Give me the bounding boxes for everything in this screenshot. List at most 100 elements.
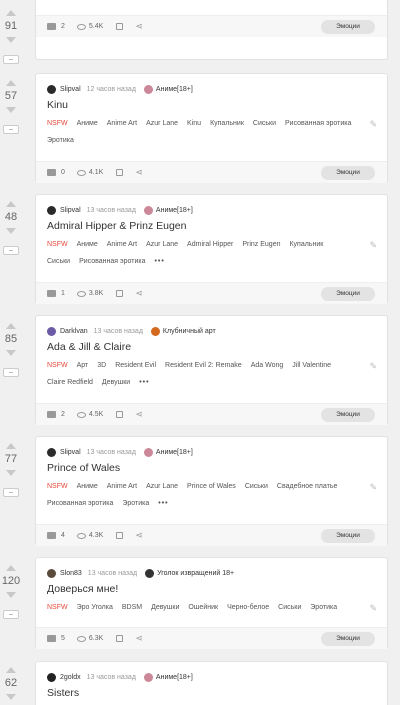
share-icon[interactable]: ⋖ — [135, 409, 143, 420]
tag[interactable]: Azur Lane — [146, 236, 178, 253]
share-icon[interactable]: ⋖ — [135, 21, 143, 32]
tag[interactable]: Admiral Hipper — [187, 236, 233, 253]
comments-icon[interactable] — [47, 532, 56, 539]
community-icon[interactable] — [143, 84, 153, 94]
comments-count[interactable]: 2 — [61, 411, 65, 418]
tag[interactable]: Девушки — [151, 599, 179, 616]
tag[interactable]: Аниме — [77, 236, 98, 253]
community-name[interactable]: Аниме[18+] — [156, 86, 193, 93]
comments-icon[interactable] — [47, 290, 56, 297]
tag[interactable]: Azur Lane — [146, 478, 178, 495]
nsfw-tag[interactable]: NSFW — [47, 0, 68, 5]
tag[interactable]: Рисованная эротика — [47, 495, 113, 512]
save-post-icon[interactable] — [3, 488, 19, 497]
community-name[interactable]: Аниме[18+] — [156, 449, 193, 456]
upvote-icon[interactable] — [6, 443, 16, 449]
tag[interactable]: Свадебное платье — [277, 478, 337, 495]
tag[interactable]: Prinz Eugen — [242, 236, 280, 253]
author-name[interactable]: Slipval — [60, 449, 81, 456]
tag[interactable]: Девушки — [113, 0, 141, 5]
community-icon[interactable] — [145, 568, 155, 578]
tag[interactable]: Сиськи — [253, 115, 276, 132]
tag[interactable]: Купальник — [289, 236, 323, 253]
emotions-button[interactable]: Эмоции — [321, 528, 375, 543]
upvote-icon[interactable] — [6, 565, 16, 571]
downvote-icon[interactable] — [6, 694, 16, 700]
tag[interactable]: Prince of Wales — [187, 478, 236, 495]
comments-count[interactable]: 0 — [61, 169, 65, 176]
post-title[interactable]: Prince of Wales — [47, 462, 120, 474]
avatar[interactable] — [47, 672, 56, 682]
share-icon[interactable]: ⋖ — [135, 633, 143, 644]
author-name[interactable]: 2goldx — [60, 674, 81, 681]
post-title[interactable]: Sisters — [47, 687, 79, 699]
community-icon[interactable] — [143, 205, 153, 215]
tag[interactable]: Azur Lane — [146, 115, 178, 132]
tag[interactable]: Черно-белое — [227, 599, 269, 616]
comments-count[interactable]: 4 — [61, 532, 65, 539]
downvote-icon[interactable] — [6, 470, 16, 476]
downvote-icon[interactable] — [6, 228, 16, 234]
tag[interactable]: Сиськи — [47, 253, 70, 270]
tag[interactable]: Anime Art — [107, 236, 137, 253]
downvote-icon[interactable] — [6, 37, 16, 43]
edit-tags-icon[interactable]: ✎ — [369, 0, 377, 3]
save-icon[interactable] — [116, 290, 124, 297]
save-post-icon[interactable] — [3, 246, 19, 255]
more-tags-button[interactable]: ••• — [139, 374, 149, 391]
save-icon[interactable] — [116, 169, 124, 176]
tag[interactable]: Сиськи — [150, 0, 173, 5]
tag[interactable]: Kinu — [187, 115, 201, 132]
share-icon[interactable]: ⋖ — [135, 530, 143, 541]
tag[interactable]: Ошейник — [188, 599, 218, 616]
upvote-icon[interactable] — [6, 667, 16, 673]
tag[interactable]: Сиськи — [278, 599, 301, 616]
community-name[interactable]: Клубничный арт — [163, 328, 216, 335]
more-tags-button[interactable]: ••• — [154, 253, 164, 270]
share-icon[interactable]: ⋖ — [135, 288, 143, 299]
community-name[interactable]: Аниме[18+] — [156, 207, 193, 214]
author-name[interactable]: Slipval — [60, 207, 81, 214]
tag[interactable]: Рисованная эротика — [285, 115, 351, 132]
tag[interactable]: Anime Art — [107, 478, 137, 495]
tag[interactable]: Аниме — [77, 115, 98, 132]
tag[interactable]: Resident Evil — [115, 357, 156, 374]
tag[interactable]: Эротика — [310, 599, 337, 616]
tag[interactable]: Anime Art — [107, 115, 137, 132]
save-icon[interactable] — [116, 23, 124, 30]
nsfw-tag[interactable]: NSFW — [47, 357, 68, 374]
author-name[interactable]: Slipval — [60, 86, 81, 93]
post-title[interactable]: Kinu — [47, 99, 68, 111]
tag[interactable]: Арт — [77, 357, 89, 374]
comments-icon[interactable] — [47, 411, 56, 418]
comments-icon[interactable] — [47, 635, 56, 642]
edit-tags-icon[interactable]: ✎ — [369, 603, 377, 614]
comments-count[interactable]: 2 — [61, 23, 65, 30]
edit-tags-icon[interactable]: ✎ — [369, 119, 377, 130]
edit-tags-icon[interactable]: ✎ — [369, 361, 377, 372]
upvote-icon[interactable] — [6, 10, 16, 16]
save-post-icon[interactable] — [3, 55, 19, 64]
tag[interactable]: Эротика — [47, 132, 74, 149]
comments-count[interactable]: 5 — [61, 635, 65, 642]
tag[interactable]: Аниме — [77, 478, 98, 495]
tag[interactable]: Девушки — [102, 374, 130, 391]
save-post-icon[interactable] — [3, 610, 19, 619]
tag[interactable]: Jill Valentine — [292, 357, 331, 374]
tag[interactable]: Resident Evil 2: Remake — [165, 357, 242, 374]
avatar[interactable] — [47, 205, 56, 215]
author-name[interactable]: Darklvan — [60, 328, 88, 335]
avatar[interactable] — [47, 447, 56, 457]
edit-tags-icon[interactable]: ✎ — [369, 240, 377, 251]
post-title[interactable]: Ada & Jill & Claire — [47, 341, 131, 353]
community-icon[interactable] — [150, 326, 160, 336]
nsfw-tag[interactable]: NSFW — [47, 478, 68, 495]
downvote-icon[interactable] — [6, 350, 16, 356]
tag[interactable]: Эротика — [122, 495, 149, 512]
upvote-icon[interactable] — [6, 201, 16, 207]
tag[interactable]: Сиськи — [245, 478, 268, 495]
comments-count[interactable]: 1 — [61, 290, 65, 297]
comments-icon[interactable] — [47, 23, 56, 30]
tag[interactable]: BDSM — [122, 599, 142, 616]
community-icon[interactable] — [143, 672, 153, 682]
